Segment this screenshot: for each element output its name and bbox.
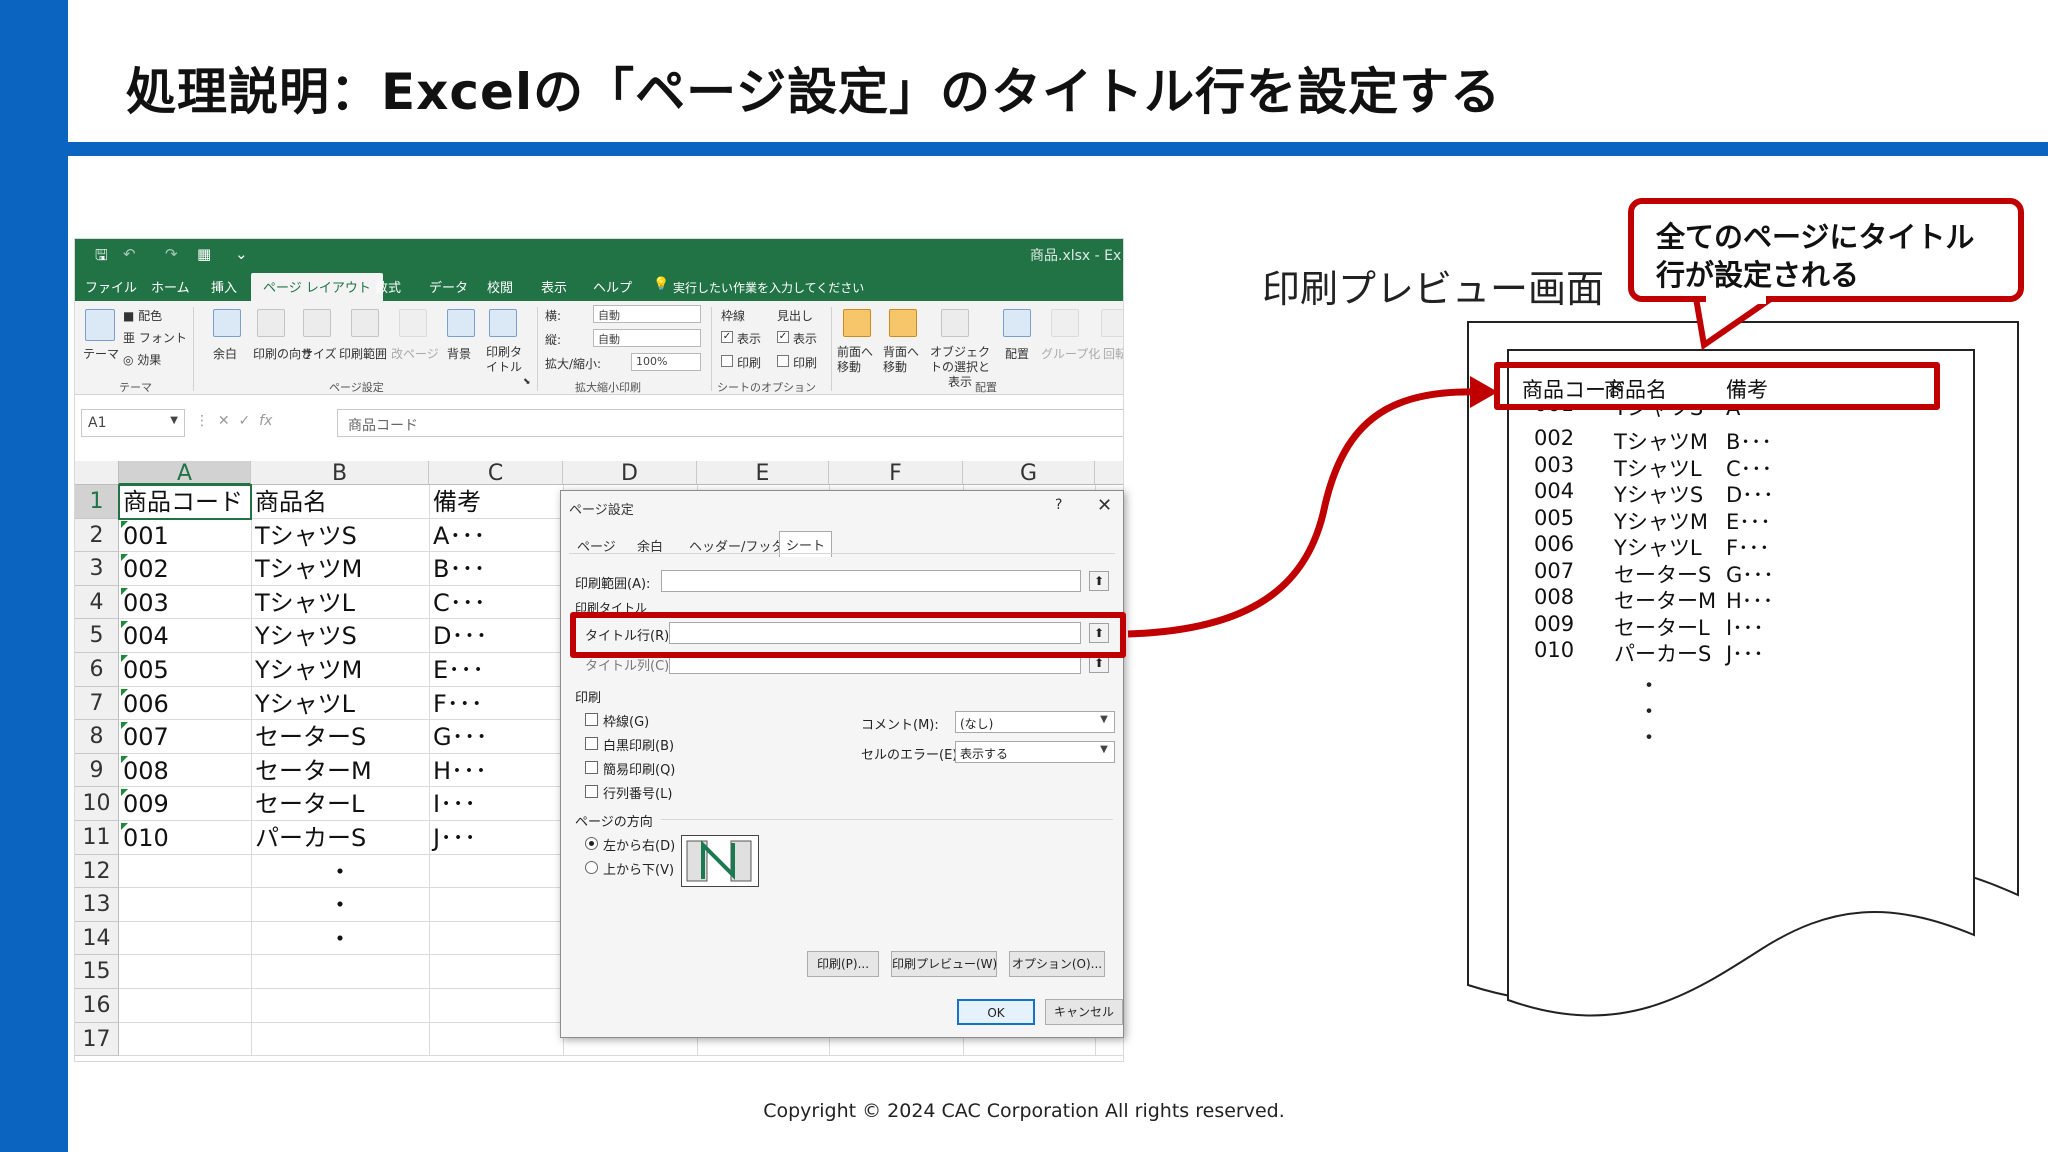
arrow-shaft	[1127, 388, 1479, 638]
preview-cell: 006	[1534, 532, 1575, 556]
preview-cell: YシャツS	[1614, 483, 1704, 507]
preview-ellipsis: ・	[1638, 726, 1661, 751]
preview-cell: 002	[1534, 426, 1575, 450]
preview-cell: セーターS	[1614, 562, 1712, 587]
preview-cell: G･･･	[1726, 562, 1774, 587]
preview-cell: C･･･	[1726, 456, 1773, 481]
preview-cell: TシャツL	[1614, 456, 1702, 481]
preview-cell: 010	[1534, 638, 1575, 662]
preview-cell: B･･･	[1726, 430, 1772, 454]
preview-cell: セーターL	[1614, 615, 1710, 640]
preview-cell: パーカーS	[1614, 642, 1712, 666]
preview-cell: 009	[1534, 611, 1575, 636]
preview-cell: F･･･	[1726, 536, 1770, 560]
preview-cell: 003	[1534, 452, 1575, 477]
preview-cell: I･･･	[1726, 615, 1764, 640]
callout-tail-joint	[1706, 292, 1766, 304]
preview-cell: 005	[1534, 505, 1575, 530]
preview-cell: YシャツM	[1614, 509, 1708, 534]
preview-cell: H･･･	[1726, 589, 1774, 613]
callout-text-line2: 行が設定される	[1656, 258, 1860, 292]
print-preview-page: 商品コード商品名備考001TシャツSA･･･002TシャツMB･･･003Tシャ…	[1464, 322, 2024, 1034]
copyright: Copyright © 2024 CAC Corporation All rig…	[763, 1100, 1285, 1122]
preview-cell: J･･･	[1726, 642, 1764, 666]
preview-cell: E･･･	[1726, 509, 1771, 534]
preview-cell: TシャツM	[1614, 430, 1708, 454]
preview-cell: YシャツL	[1614, 536, 1702, 560]
callout-text-line1: 全てのページにタイトル	[1656, 220, 1975, 254]
preview-header-highlight	[1494, 362, 1940, 410]
preview-cell: D･･･	[1726, 483, 1774, 507]
preview-cell: 007	[1534, 558, 1575, 583]
preview-cell: 008	[1534, 585, 1575, 609]
preview-cell: 004	[1534, 479, 1575, 503]
slide: 処理説明：Excelの「ページ設定」のタイトル行を設定する 🖫 ↶ ↷ ▦ ⌄ …	[0, 0, 2048, 1152]
preview-cell: セーターM	[1614, 589, 1717, 613]
callout-box: 全てのページにタイトル 行が設定される	[1628, 198, 2024, 302]
